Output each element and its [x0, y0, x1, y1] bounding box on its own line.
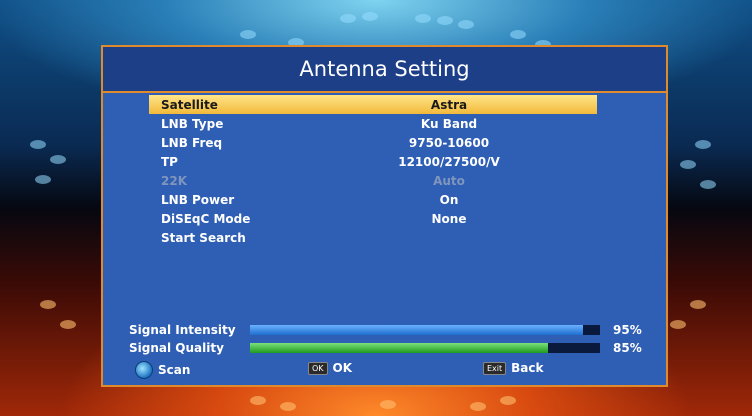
menu-item-label: LNB Type: [161, 116, 224, 131]
signal-quality-label: Signal Quality: [129, 341, 224, 355]
menu-item-lnb-freq[interactable]: LNB Freq 9750-10600: [149, 133, 597, 152]
menu-item-label: LNB Power: [161, 192, 235, 207]
menu-item-label: LNB Freq: [161, 135, 223, 150]
dialog-title: Antenna Setting: [103, 47, 666, 93]
scan-button[interactable]: Scan: [135, 361, 190, 379]
menu-item-value: 12100/27500/V: [398, 154, 500, 169]
settings-menu: Satellite Astra LNB Type Ku Band LNB Fre…: [149, 95, 597, 247]
menu-item-lnb-type[interactable]: LNB Type Ku Band: [149, 114, 597, 133]
menu-item-value: Ku Band: [420, 116, 478, 131]
menu-item-satellite[interactable]: Satellite Astra: [149, 95, 597, 114]
back-button[interactable]: Exit Back: [483, 361, 544, 375]
menu-item-lnb-power[interactable]: LNB Power On: [149, 190, 597, 209]
signal-intensity-row: Signal Intensity 95%: [129, 322, 644, 338]
signal-intensity-fill: [250, 325, 583, 335]
signal-intensity-percent: 95%: [613, 323, 642, 337]
back-label: Back: [511, 361, 544, 375]
signal-quality-fill: [250, 343, 548, 353]
menu-item-label: 22K: [161, 173, 187, 188]
scan-icon: [135, 361, 153, 379]
menu-item-value: 9750-10600: [408, 135, 490, 150]
signal-intensity-bar: [250, 325, 600, 335]
menu-item-value: None: [431, 211, 467, 226]
menu-item-label: DiSEqC Mode: [161, 211, 251, 226]
ok-button[interactable]: OK OK: [308, 361, 352, 375]
signal-quality-percent: 85%: [613, 341, 642, 355]
menu-item-label: Start Search: [161, 230, 246, 245]
ok-label: OK: [332, 361, 353, 375]
menu-item-diseqc-mode[interactable]: DiSEqC Mode None: [149, 209, 597, 228]
menu-item-value: Astra: [430, 97, 468, 112]
menu-item-value: On: [439, 192, 459, 207]
footer-hints: Scan OK OK Exit Back: [103, 361, 666, 381]
signal-quality-row: Signal Quality 85%: [129, 340, 644, 356]
menu-item-tp[interactable]: TP 12100/27500/V: [149, 152, 597, 171]
signal-quality-bar: [250, 343, 600, 353]
menu-item-22k: 22K Auto: [149, 171, 597, 190]
scan-label: Scan: [158, 363, 191, 377]
exit-key-icon: Exit: [483, 361, 507, 375]
menu-item-value: Auto: [433, 173, 465, 188]
signal-intensity-label: Signal Intensity: [129, 323, 236, 337]
ok-key-icon: OK: [308, 361, 328, 375]
menu-item-label: Satellite: [161, 97, 218, 112]
menu-item-start-search[interactable]: Start Search: [149, 228, 597, 247]
menu-item-label: TP: [161, 154, 178, 169]
antenna-setting-dialog: Antenna Setting Satellite Astra LNB Type…: [101, 45, 668, 387]
